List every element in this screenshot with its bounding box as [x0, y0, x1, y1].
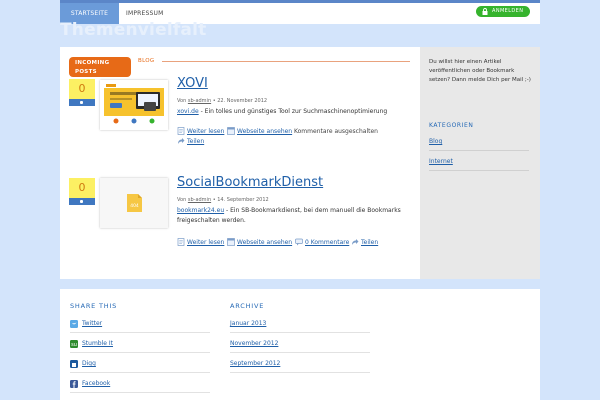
post-meta: Von sb-admin • 14. September 2012 — [177, 197, 269, 203]
xovi-screenshot-image — [104, 83, 164, 127]
sidebar-intro-text: Du willst hier einen Artikel veröffentli… — [429, 59, 531, 83]
share-divider — [70, 392, 210, 393]
source-link[interactable]: xovi.de — [177, 108, 199, 115]
view-site-link[interactable]: Webseite ansehen — [227, 238, 293, 246]
post-excerpt: xovi.de - Ein tolles und günstiges Tool … — [177, 107, 407, 117]
share-divider — [70, 352, 210, 353]
archive-heading: ARCHIVE — [230, 302, 265, 310]
placeholder-image: 404 — [100, 178, 168, 228]
share-link[interactable]: Teilen — [352, 239, 379, 246]
share-divider — [70, 372, 210, 373]
author-link[interactable]: sb-admin — [188, 98, 211, 104]
post-meta: Von sb-admin • 22. November 2012 — [177, 98, 267, 104]
svg-text:su: su — [71, 342, 77, 348]
author-link[interactable]: sb-admin — [188, 197, 211, 203]
category-link-blog[interactable]: Blog — [429, 138, 442, 145]
view-site-label: Webseite ansehen — [237, 239, 293, 246]
webpage-icon — [227, 127, 235, 135]
blog-section-label[interactable]: BLOG — [138, 58, 154, 64]
footer-panel — [60, 289, 540, 400]
read-more-label: Weiter lesen — [187, 128, 225, 135]
post-thumbnail[interactable]: 404 — [100, 178, 168, 228]
comments-status: Kommentare ausgeschalten — [294, 128, 378, 135]
section-divider — [162, 61, 410, 62]
digg-icon — [70, 360, 78, 368]
comment-icon — [295, 238, 303, 246]
archive-link[interactable]: November 2012 — [230, 340, 278, 347]
site-title[interactable]: Themenvielfalt — [60, 20, 206, 40]
category-divider — [429, 150, 529, 151]
twitter-icon — [70, 320, 78, 328]
vote-count: 0 — [69, 79, 95, 99]
facebook-icon — [70, 380, 78, 388]
post-title[interactable]: XOVI — [177, 76, 208, 91]
stumbleupon-icon: su — [70, 340, 78, 348]
share-heading: SHARE THIS — [70, 302, 118, 310]
read-more-label: Weiter lesen — [187, 239, 225, 246]
post-date: • 22. November 2012 — [211, 98, 268, 104]
category-divider — [429, 170, 529, 171]
meta-prefix: Von — [177, 98, 188, 104]
view-site-label: Webseite ansehen — [237, 128, 293, 135]
login-label: ANMELDEN — [492, 8, 524, 14]
share-stumbleupon-label: Stumble It — [82, 340, 114, 347]
svg-text:404: 404 — [130, 203, 139, 209]
share-icon — [352, 239, 359, 245]
post-date: • 14. September 2012 — [211, 197, 269, 203]
share-icon — [178, 138, 185, 144]
lock-icon — [482, 8, 488, 15]
post-title[interactable]: SocialBookmarkDienst — [177, 175, 323, 190]
webpage-icon — [227, 238, 235, 246]
share-label: Teilen — [187, 138, 205, 145]
archive-divider — [230, 372, 370, 373]
category-link-internet[interactable]: Internet — [429, 158, 453, 165]
post-thumbnail[interactable] — [100, 80, 168, 130]
share-link[interactable]: Teilen — [178, 138, 205, 145]
archive-divider — [230, 352, 370, 353]
view-site-link[interactable]: Webseite ansehen — [227, 127, 293, 135]
share-facebook-label: Facebook — [82, 380, 111, 387]
vote-count: 0 — [69, 178, 95, 198]
login-button[interactable]: ANMELDEN — [476, 6, 530, 17]
meta-prefix: Von — [177, 197, 188, 203]
archive-link[interactable]: Januar 2013 — [230, 320, 266, 327]
comments-label: 0 Kommentare — [305, 239, 350, 246]
document-icon — [177, 127, 185, 135]
post-excerpt: bookmark24.eu - Ein SB-Bookmarkdienst, b… — [177, 206, 407, 226]
share-digg-label: Digg — [82, 360, 96, 367]
comments-link[interactable]: 0 Kommentare — [295, 238, 350, 246]
read-more-link[interactable]: Weiter lesen — [177, 127, 225, 135]
share-divider — [70, 332, 210, 333]
archive-divider — [230, 332, 370, 333]
share-label: Teilen — [361, 239, 379, 246]
incoming-posts-badge: INCOMING POSTS — [69, 57, 131, 77]
categories-heading: KATEGORIEN — [429, 122, 474, 129]
vote-button[interactable] — [69, 198, 95, 205]
vote-button[interactable] — [69, 99, 95, 106]
document-icon — [177, 238, 185, 246]
read-more-link[interactable]: Weiter lesen — [177, 238, 225, 246]
source-link[interactable]: bookmark24.eu — [177, 207, 224, 214]
share-twitter-label: Twitter — [82, 320, 103, 327]
excerpt-text: - Ein tolles und günstiges Tool zur Such… — [198, 108, 388, 115]
archive-link[interactable]: September 2012 — [230, 360, 280, 367]
